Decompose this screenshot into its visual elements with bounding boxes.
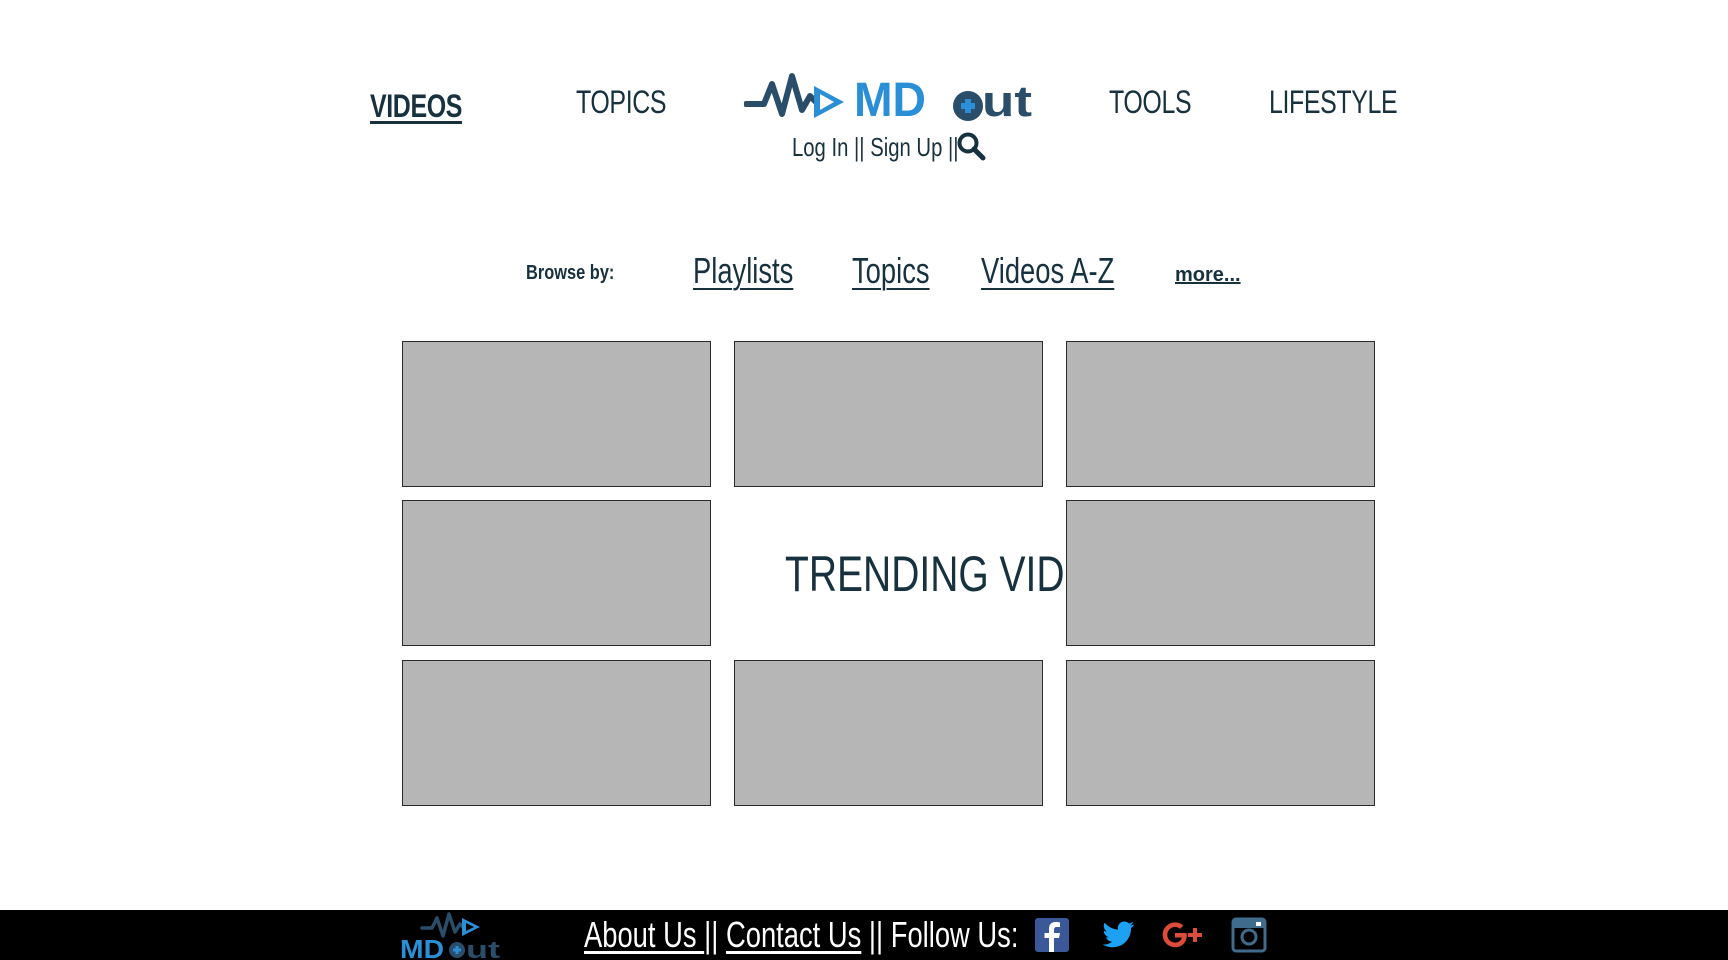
svg-text:ut: ut (982, 77, 1032, 126)
google-plus-icon[interactable] (1160, 916, 1206, 954)
video-thumbnail[interactable] (734, 660, 1043, 806)
browse-playlists-link[interactable]: Playlists (693, 250, 793, 292)
video-thumbnail[interactable] (1066, 341, 1375, 487)
instagram-icon[interactable] (1230, 916, 1268, 954)
browse-videos-az-link[interactable]: Videos A-Z (981, 250, 1114, 292)
contact-us-link[interactable]: Contact Us (726, 914, 861, 955)
page: VIDEOS TOPICS TOOLS LIFESTYLE MD ut Log … (0, 0, 1728, 960)
signup-link[interactable]: Sign Up (870, 132, 942, 162)
svg-text:MD: MD (400, 934, 444, 960)
follow-us-label: || Follow Us: (861, 914, 1019, 955)
video-thumbnail[interactable] (734, 341, 1043, 487)
auth-separator: || (848, 131, 871, 162)
svg-text:ut: ut (466, 937, 500, 960)
login-link[interactable]: Log In (792, 132, 848, 162)
browse-label: Browse by: (526, 262, 615, 284)
nav-topics[interactable]: TOPICS (576, 84, 667, 121)
video-thumbnail[interactable] (402, 341, 711, 487)
browse-more-link[interactable]: more... (1175, 264, 1241, 287)
video-thumbnail[interactable] (402, 660, 711, 806)
logo-brand-text: MD (854, 74, 926, 127)
footer-logo[interactable]: MD ut (400, 912, 506, 960)
search-icon[interactable] (956, 131, 986, 161)
nav-lifestyle[interactable]: LIFESTYLE (1269, 84, 1398, 121)
mdout-logo[interactable]: MD ut (744, 70, 1034, 128)
browse-topics-link[interactable]: Topics (852, 250, 930, 292)
about-us-link[interactable]: About Us (584, 914, 704, 955)
video-thumbnail[interactable] (402, 500, 711, 646)
footer-separator: || (704, 914, 726, 955)
twitter-icon[interactable] (1099, 916, 1137, 954)
video-thumbnail[interactable] (1066, 500, 1375, 646)
logo-pulse-line (744, 73, 821, 117)
nav-videos[interactable]: VIDEOS (370, 88, 462, 125)
facebook-icon[interactable] (1033, 916, 1071, 954)
trending-videos-title: TRENDING VIDEOS (734, 545, 1147, 603)
footer: MD ut About Us || Contact Us || Follow U… (0, 910, 1728, 960)
nav-tools[interactable]: TOOLS (1109, 84, 1192, 121)
video-thumbnail[interactable] (1066, 660, 1375, 806)
